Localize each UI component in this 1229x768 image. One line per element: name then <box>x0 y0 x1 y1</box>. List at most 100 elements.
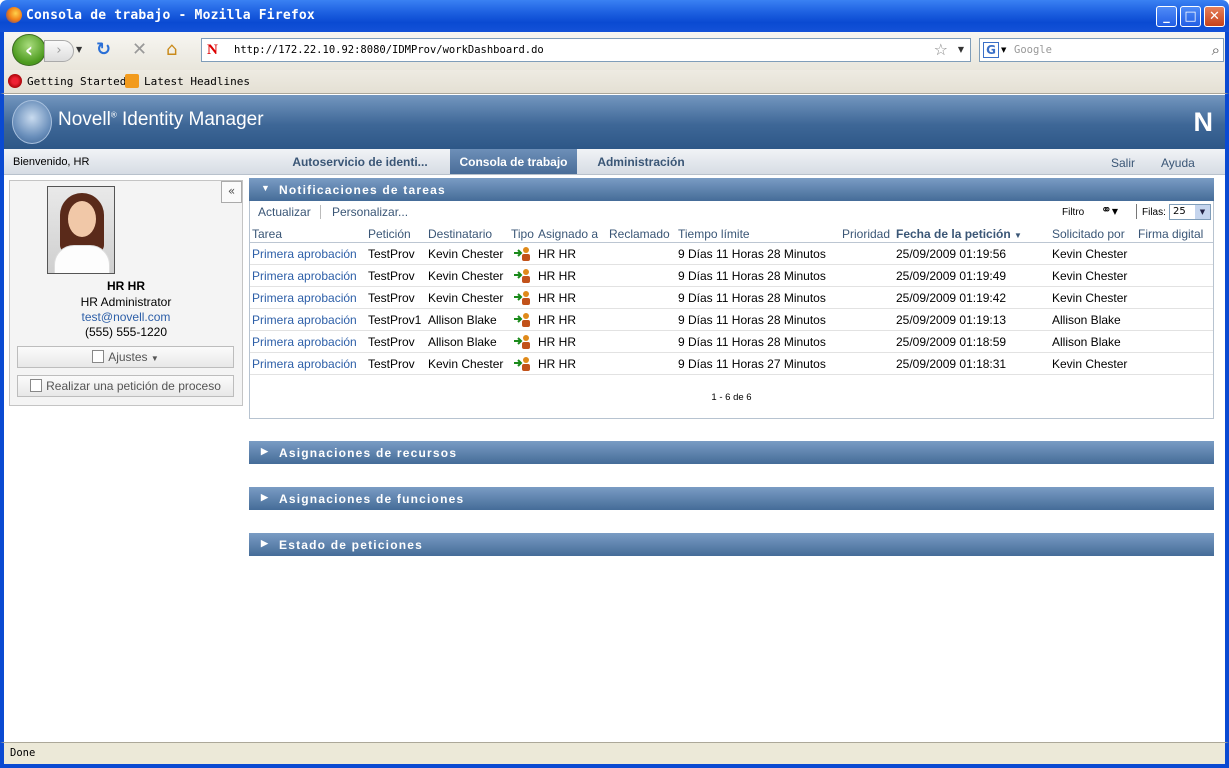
row-requested-by: Kevin Chester <box>1052 269 1128 283</box>
row-request: TestProv1 <box>368 313 422 327</box>
brand-product: Identity Manager <box>122 109 264 130</box>
row-requested-by: Kevin Chester <box>1052 291 1128 305</box>
row-requested-by: Allison Blake <box>1052 335 1121 349</box>
row-requested-by: Kevin Chester <box>1052 247 1128 261</box>
row-task-link[interactable]: Primera aprobación <box>252 313 357 327</box>
profile-panel: « HR HR HR Administrator test@novell.com… <box>9 180 243 406</box>
tab-work-dashboard[interactable]: Consola de trabajo <box>450 149 577 174</box>
rows-per-page-value: 25 <box>1173 206 1186 217</box>
table-row[interactable]: Primera aprobación TestProv1 Allison Blake… <box>250 309 1213 331</box>
task-notifications-panel: Actualizar Personalizar... Filtro ⚭▼ Fil… <box>249 201 1214 419</box>
row-task-link[interactable]: Primera aprobación <box>252 269 357 283</box>
table-row[interactable]: Primera aprobación TestProv Kevin Chester H… <box>250 353 1213 375</box>
row-task-link[interactable]: Primera aprobación <box>252 291 357 305</box>
stop-icon[interactable]: ✕ <box>132 40 147 60</box>
row-deadline: 9 Días 11 Horas 28 Minutos <box>678 335 826 349</box>
maximize-button[interactable]: □ <box>1180 6 1201 27</box>
settings-label: Ajustes <box>108 350 148 364</box>
table-row[interactable]: Primera aprobación TestProv Kevin Chester H… <box>250 243 1213 265</box>
home-icon[interactable]: ⌂ <box>166 40 177 60</box>
row-task-link[interactable]: Primera aprobación <box>252 335 357 349</box>
settings-checklist-icon <box>92 350 105 363</box>
assigned-user-icon <box>513 246 531 261</box>
chevron-down-icon: ▼ <box>150 354 159 363</box>
site-favicon-icon: N <box>207 42 218 58</box>
filter-label: Filtro <box>1062 207 1085 218</box>
row-assigned-to: HR HR <box>538 313 576 327</box>
rows-per-page-select[interactable]: 25 ▼ <box>1169 204 1211 220</box>
col-request-date[interactable]: Fecha de la petición ▼ <box>896 227 1022 241</box>
row-recipient: Kevin Chester <box>428 357 504 371</box>
window-titlebar: Consola de trabajo - Mozilla Firefox _ □… <box>0 0 1229 32</box>
col-digital-signature[interactable]: Firma digital <box>1138 227 1203 241</box>
brand-header: Novell® Identity Manager N <box>4 95 1225 149</box>
table-row[interactable]: Primera aprobación TestProv Allison Blake H… <box>250 331 1213 353</box>
filter-icon[interactable]: ⚭▼ <box>1101 203 1118 218</box>
collapse-panel-button[interactable]: « <box>221 181 242 203</box>
bookmark-getting-started[interactable]: Getting Started <box>27 75 126 88</box>
search-bar[interactable]: G ▼ Google ⌕ <box>979 38 1224 62</box>
user-silhouette-logo-icon <box>12 100 52 144</box>
task-notifications-header[interactable]: ▼ Notificaciones de tareas <box>249 178 1214 201</box>
window-title: Consola de trabajo - Mozilla Firefox <box>26 8 315 23</box>
col-requested-by[interactable]: Solicitado por <box>1052 227 1125 241</box>
row-request-date: 25/09/2009 01:19:42 <box>896 291 1007 305</box>
close-button[interactable]: ✕ <box>1204 6 1225 27</box>
process-request-icon <box>30 379 43 392</box>
profile-email-link[interactable]: test@novell.com <box>10 310 242 324</box>
url-dropdown-icon[interactable]: ▼ <box>958 45 964 54</box>
row-recipient: Allison Blake <box>428 335 497 349</box>
col-claimed[interactable]: Reclamado <box>609 227 670 241</box>
row-assigned-to: HR HR <box>538 291 576 305</box>
logout-link[interactable]: Salir <box>1111 156 1135 170</box>
request-status-header[interactable]: ▶ Estado de peticiones <box>249 533 1214 556</box>
forward-button[interactable]: › <box>44 40 74 62</box>
process-request-button[interactable]: Realizar una petición de proceso <box>17 375 234 397</box>
customize-link[interactable]: Personalizar... <box>332 205 408 219</box>
back-button[interactable]: ‹ <box>12 34 46 66</box>
rss-icon <box>125 74 139 88</box>
engine-dropdown-icon[interactable]: ▼ <box>1001 46 1006 54</box>
col-assigned-to[interactable]: Asignado a <box>538 227 598 241</box>
col-type[interactable]: Tipo <box>511 227 534 241</box>
reload-icon[interactable]: ↻ <box>96 40 111 60</box>
row-deadline: 9 Días 11 Horas 27 Minutos <box>678 357 826 371</box>
help-link[interactable]: Ayuda <box>1161 156 1195 170</box>
assigned-user-icon <box>513 268 531 283</box>
profile-title: HR Administrator <box>80 295 172 309</box>
settings-button[interactable]: Ajustes ▼ <box>17 346 234 368</box>
col-request[interactable]: Petición <box>368 227 411 241</box>
assigned-user-icon <box>513 334 531 349</box>
tab-administration[interactable]: Administración <box>590 149 692 174</box>
col-recipient[interactable]: Destinatario <box>428 227 492 241</box>
main-tabbar: Bienvenido, HR Autoservicio de identi...… <box>4 149 1225 175</box>
request-status-title: Estado de peticiones <box>279 538 424 552</box>
tab-identity-self-service[interactable]: Autoservicio de identi... <box>290 149 430 174</box>
table-row[interactable]: Primera aprobación TestProv Kevin Chester H… <box>250 287 1213 309</box>
search-placeholder[interactable]: Google <box>1014 44 1052 56</box>
toolbar-divider <box>1136 204 1137 219</box>
refresh-link[interactable]: Actualizar <box>258 205 311 219</box>
col-task[interactable]: Tarea <box>252 227 282 241</box>
row-deadline: 9 Días 11 Horas 28 Minutos <box>678 291 826 305</box>
resource-assignments-header[interactable]: ▶ Asignaciones de recursos <box>249 441 1214 464</box>
bookmark-star-icon[interactable]: ☆ <box>934 40 948 59</box>
row-request: TestProv <box>368 357 415 371</box>
search-icon[interactable]: ⌕ <box>1212 41 1220 59</box>
col-priority[interactable]: Prioridad <box>842 227 890 241</box>
table-row[interactable]: Primera aprobación TestProv Kevin Chester H… <box>250 265 1213 287</box>
col-request-date-label: Fecha de la petición <box>896 227 1011 241</box>
col-deadline[interactable]: Tiempo límite <box>678 227 750 241</box>
role-assignments-header[interactable]: ▶ Asignaciones de funciones <box>249 487 1214 510</box>
row-assigned-to: HR HR <box>538 269 576 283</box>
row-task-link[interactable]: Primera aprobación <box>252 357 357 371</box>
row-task-link[interactable]: Primera aprobación <box>252 247 357 261</box>
minimize-button[interactable]: _ <box>1156 6 1177 27</box>
url-text[interactable]: http://172.22.10.92:8080/IDMProv/workDas… <box>234 44 544 56</box>
history-dropdown-icon[interactable]: ▼ <box>76 45 82 54</box>
google-engine-icon[interactable]: G <box>983 42 999 58</box>
row-recipient: Allison Blake <box>428 313 497 327</box>
url-bar[interactable]: N http://172.22.10.92:8080/IDMProv/workD… <box>201 38 971 62</box>
bookmark-latest-headlines[interactable]: Latest Headlines <box>144 75 250 88</box>
row-recipient: Kevin Chester <box>428 247 504 261</box>
